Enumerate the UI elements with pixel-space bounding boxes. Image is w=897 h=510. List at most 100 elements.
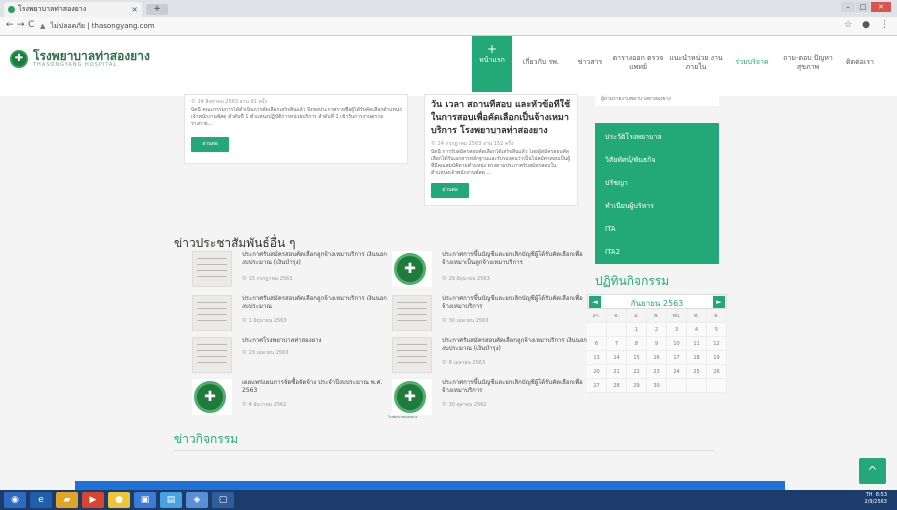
close-window-icon[interactable]: ✕ [871,2,891,12]
calendar-day[interactable]: 2 [647,323,667,337]
hospital-emblem-thumbnail: ✚ [392,251,432,287]
calendar-day[interactable]: 24 [667,365,687,379]
sidebar-item-executives[interactable]: ทำเนียบผู้บริหาร [605,202,654,211]
list-item[interactable]: ✚ โรงพยาบาลท่าสองยาง ประกาศการขึ้นบัญชีแ… [388,379,592,419]
read-more-button[interactable]: อ่านต่อ [191,137,229,152]
calendar-day[interactable]: 27 [587,379,607,393]
read-more-button[interactable]: อ่านต่อ [431,183,469,198]
sidebar-item-philosophy[interactable]: ปรัชญา [605,179,628,188]
forward-icon[interactable]: → [17,20,25,30]
calendar-day[interactable]: 8 [627,337,647,351]
clock-date: 2/9/2563 [864,499,887,505]
ie-icon[interactable]: e [30,492,52,508]
browser-chrome: โรงพยาบาลท่าสองยาง × + – □ ✕ ← → C ▲ ไม่… [0,0,897,36]
calendar-day[interactable]: 18 [687,351,707,365]
news-item-title: ประกาศการขึ้นบัญชีและยกเลิกบัญชีผู้ได้รั… [442,295,583,310]
back-icon[interactable]: ← [6,20,14,30]
tab-title: โรงพยาบาลท่าสองยาง [18,5,87,13]
clock-time[interactable]: 8:53 [876,492,887,498]
calendar-day[interactable]: 22 [627,365,647,379]
calendar-day[interactable]: 7 [607,337,627,351]
list-item[interactable]: ประกาศรับสมัครสอบคัดเลือกลูกจ้างเหมาบริก… [392,337,592,377]
address-bar-row: ← → C ▲ ไม่ปลอดภัย | thasongyang.com ☆ ●… [0,17,897,36]
calendar-day[interactable]: 19 [707,351,727,365]
calendar-day[interactable]: 23 [647,365,667,379]
explorer-icon[interactable]: ▰ [56,492,78,508]
list-item[interactable]: ประกาศโรงพยาบาลท่าสองยาง © 23 เมษายน 256… [192,337,392,377]
calendar-day[interactable]: 28 [607,379,627,393]
address-bar[interactable]: ▲ ไม่ปลอดภัย | thasongyang.com [40,20,155,32]
calendar-day[interactable]: 25 [687,365,707,379]
calendar-day[interactable]: 3 [667,323,687,337]
sidebar-item-history[interactable]: ประวัติโรงพยาบาล [605,133,662,142]
weekday-header: จ. [607,309,627,323]
nav-news[interactable]: ข่าวสาร [570,36,610,92]
nav-doctor-schedule[interactable]: ตารางออก ตรวจแพทย์ [610,36,666,92]
calendar-day[interactable]: 29 [627,379,647,393]
new-tab-button[interactable]: + [146,4,168,15]
news-item-date: © 30 ตุลาคม 2562 [442,402,487,408]
nav-qa[interactable]: ถาม-ตอบ ปัญหาสุขภาพ [778,36,838,92]
news-item-date: © 1 มิถุนายน 2563 [242,318,287,324]
window-icon[interactable]: ▢ [212,492,234,508]
toolbar-right: ☆ ● ⋮ [844,20,889,30]
calendar-day[interactable]: 21 [607,365,627,379]
news-item-title: ประกาศโรงพยาบาลท่าสองยาง [242,337,322,344]
news-item-title: ประกาศการขึ้นบัญชีและยกเลิกบัญชีผู้ได้รั… [442,379,583,394]
calendar-day[interactable]: 15 [627,351,647,365]
start-icon[interactable]: ◉ [4,492,26,508]
calendar-day[interactable]: 11 [687,337,707,351]
sidebar-top-text: ผู้ยามรายงาบพยาบาลทาสองยาง [595,92,719,106]
browser-tab[interactable]: โรงพยาบาลท่าสองยาง × [4,2,142,17]
news-title[interactable]: วัน เวลา สถานที่สอบ และหัวข้อที่ใช้ในการ… [431,99,577,138]
calendar-day[interactable]: 10 [667,337,687,351]
calendar-day[interactable]: 5 [707,323,727,337]
calendar-day[interactable]: 26 [707,365,727,379]
tab-bar: โรงพยาบาลท่าสองยาง × + – □ ✕ [0,0,897,17]
list-item[interactable]: ✚ เผยแพร่แผนการจัดซื้อจัดจ้าง ประจำปีงบป… [192,379,392,419]
calendar-day[interactable]: 4 [687,323,707,337]
media-icon[interactable]: ▶ [82,492,104,508]
minimize-icon[interactable]: – [841,2,855,12]
nav-departments[interactable]: แนะนำหน่วย งานภายใน [666,36,726,92]
calendar-day[interactable]: 6 [587,337,607,351]
paint-icon[interactable]: ◈ [186,492,208,508]
sidebar-item-vision[interactable]: วิสัยทัศน์/พันธกิจ [605,156,656,165]
star-icon[interactable]: ☆ [844,20,852,30]
folder-icon[interactable]: ▤ [160,492,182,508]
list-item[interactable]: ประกาศการขึ้นบัญชีและยกเลิกบัญชีผู้ได้รั… [392,295,592,335]
calendar-day[interactable]: 30 [647,379,667,393]
tab-close-icon[interactable]: × [131,2,138,17]
calendar-day[interactable]: 14 [607,351,627,365]
calendar-day[interactable]: 16 [647,351,667,365]
list-item[interactable]: ✚ ประกาศการขึ้นบัญชีและยกเลิกบัญชีผู้ได้… [392,251,592,291]
nav-contact[interactable]: ติดต่อเรา [838,36,882,92]
list-item[interactable]: ประกาศรับสมัครสอบคัดเลือกลูกจ้างเหมาบริก… [192,251,392,291]
site-name: โรงพยาบาลท่าสองยาง [33,48,150,63]
calendar-day[interactable]: 20 [587,365,607,379]
nav-home[interactable]: + หน้าแรก [472,36,512,92]
app-icon[interactable]: ▣ [134,492,156,508]
nav-donate[interactable]: ร่วมบริจาค [726,36,778,92]
maximize-icon[interactable]: □ [856,2,870,12]
hospital-emblem-thumbnail: ✚ [192,379,232,415]
sidebar-item-ita[interactable]: ITA [605,225,616,234]
reload-icon[interactable]: C [28,20,34,30]
calendar-day[interactable]: 13 [587,351,607,365]
menu-icon[interactable]: ⋮ [880,20,889,30]
lang-indicator[interactable]: TH [866,492,873,498]
calendar-day[interactable]: 17 [667,351,687,365]
profile-icon[interactable]: ● [862,20,870,30]
calendar-day[interactable]: 1 [627,323,647,337]
calendar-day[interactable]: 9 [647,337,667,351]
sidebar-item-ita2[interactable]: ITA2 [605,248,620,257]
calendar: ◄ กันยายน 2563 ► อา. จ. อ. พ. พฤ. ศ. ส. 1 2 3 4 5 6 7… [587,294,727,393]
site-logo[interactable]: ✚ โรงพยาบาลท่าสองยาง THASONGYANG HOSPITA… [10,50,150,68]
calendar-day[interactable]: 12 [707,337,727,351]
doc-thumbnail [392,337,432,373]
scroll-to-top-button[interactable]: ^ [859,458,886,484]
list-item[interactable]: ประกาศรับสมัครสอบคัดเลือกลูกจ้างเหมาบริก… [192,295,392,335]
nav-about[interactable]: เกี่ยวกับ รพ. [512,36,570,92]
calendar-next-icon[interactable]: ► [713,296,725,308]
chrome-icon[interactable]: ● [108,492,130,508]
